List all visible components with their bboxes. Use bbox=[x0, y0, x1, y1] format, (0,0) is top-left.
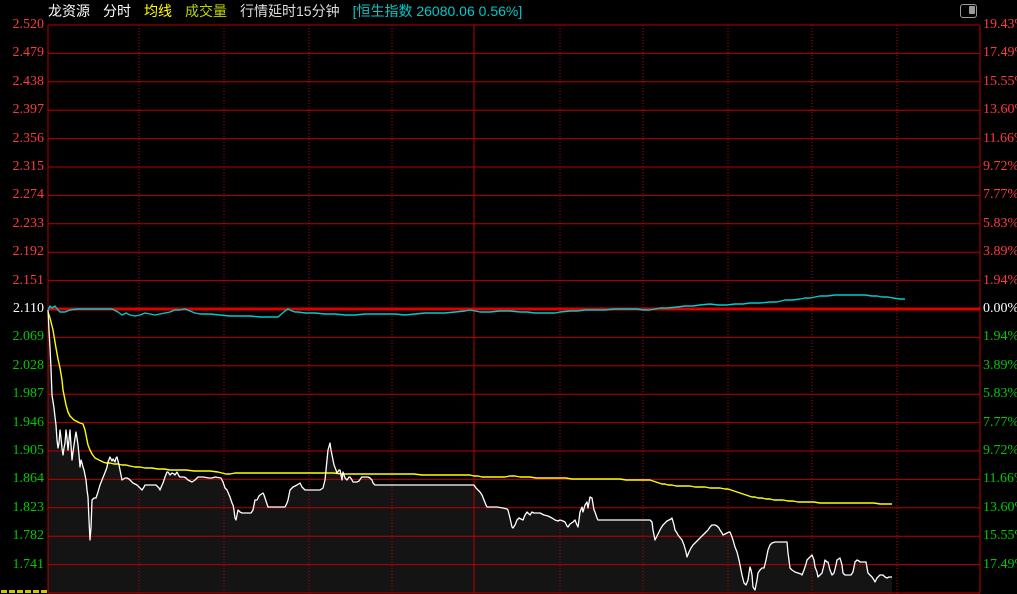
percent-axis-label: 17.49% bbox=[983, 556, 1017, 574]
intraday-chart-screen: { "header": { "stock_name": "龙资源", "tab_… bbox=[0, 0, 1017, 594]
volume-pane-dash bbox=[17, 590, 23, 593]
price-axis-label: 2.233 bbox=[0, 215, 44, 233]
price-axis-label: 1.864 bbox=[0, 470, 44, 488]
percent-axis-label: 3.89% bbox=[983, 357, 1017, 375]
percent-axis-label: 15.55% bbox=[983, 527, 1017, 545]
price-axis-label: 2.479 bbox=[0, 44, 44, 62]
volume-pane-dash bbox=[41, 590, 47, 593]
price-axis-label: 2.110 bbox=[0, 300, 44, 318]
percent-axis-label: 3.89% bbox=[983, 243, 1017, 261]
percent-axis-label: 1.94% bbox=[983, 272, 1017, 290]
price-axis-label: 2.397 bbox=[0, 101, 44, 119]
price-axis-label: 1.905 bbox=[0, 442, 44, 460]
percent-axis-label: 9.72% bbox=[983, 442, 1017, 460]
price-axis-label: 2.192 bbox=[0, 243, 44, 261]
percent-axis-label: 13.60% bbox=[983, 101, 1017, 119]
volume-pane-dash bbox=[1, 590, 7, 593]
price-axis-label: 2.151 bbox=[0, 272, 44, 290]
delay-notice: 行情延时15分钟 bbox=[240, 1, 340, 21]
percent-axis-label: 5.83% bbox=[983, 215, 1017, 233]
percent-axis-label: 0.00% bbox=[983, 300, 1017, 318]
percent-axis-label: 19.43% bbox=[983, 16, 1017, 34]
price-axis-label: 2.274 bbox=[0, 186, 44, 204]
price-axis-label: 2.315 bbox=[0, 158, 44, 176]
price-axis-label: 2.028 bbox=[0, 357, 44, 375]
price-axis-label: 2.356 bbox=[0, 130, 44, 148]
price-axis-label: 2.438 bbox=[0, 73, 44, 91]
percent-axis-label: 1.94% bbox=[983, 328, 1017, 346]
percent-axis-label: 9.72% bbox=[983, 158, 1017, 176]
price-axis-label: 2.520 bbox=[0, 16, 44, 34]
price-axis-label: 1.987 bbox=[0, 385, 44, 403]
price-axis-label: 1.946 bbox=[0, 414, 44, 432]
price-axis-label: 1.823 bbox=[0, 499, 44, 517]
volume-pane-dash bbox=[25, 590, 31, 593]
tab-minute[interactable]: 分时 bbox=[103, 1, 131, 21]
tab-volume[interactable]: 成交量 bbox=[185, 1, 227, 21]
panel-toggle-icon[interactable] bbox=[960, 4, 977, 18]
percent-axis-label: 17.49% bbox=[983, 44, 1017, 62]
intraday-chart[interactable] bbox=[0, 0, 1017, 594]
percent-axis-label: 13.60% bbox=[983, 499, 1017, 517]
percent-axis-label: 11.66% bbox=[983, 130, 1017, 148]
volume-pane-dash bbox=[9, 590, 15, 593]
stock-name: 龙资源 bbox=[48, 1, 90, 21]
volume-pane-dash bbox=[33, 590, 39, 593]
percent-axis-label: 7.77% bbox=[983, 414, 1017, 432]
tab-average[interactable]: 均线 bbox=[144, 1, 172, 21]
price-axis-label: 1.782 bbox=[0, 527, 44, 545]
price-axis-label: 1.741 bbox=[0, 556, 44, 574]
percent-axis-label: 7.77% bbox=[983, 186, 1017, 204]
price-axis-label: 2.069 bbox=[0, 328, 44, 346]
hang-seng-index-line bbox=[48, 295, 905, 317]
header-bar: 龙资源 分时 均线 成交量 行情延时15分钟 [恒生指数 26080.06 0.… bbox=[48, 0, 535, 22]
index-ticker[interactable]: [恒生指数 26080.06 0.56%] bbox=[353, 1, 523, 21]
percent-axis-label: 15.55% bbox=[983, 73, 1017, 91]
percent-axis-label: 11.66% bbox=[983, 470, 1017, 488]
percent-axis-label: 5.83% bbox=[983, 385, 1017, 403]
